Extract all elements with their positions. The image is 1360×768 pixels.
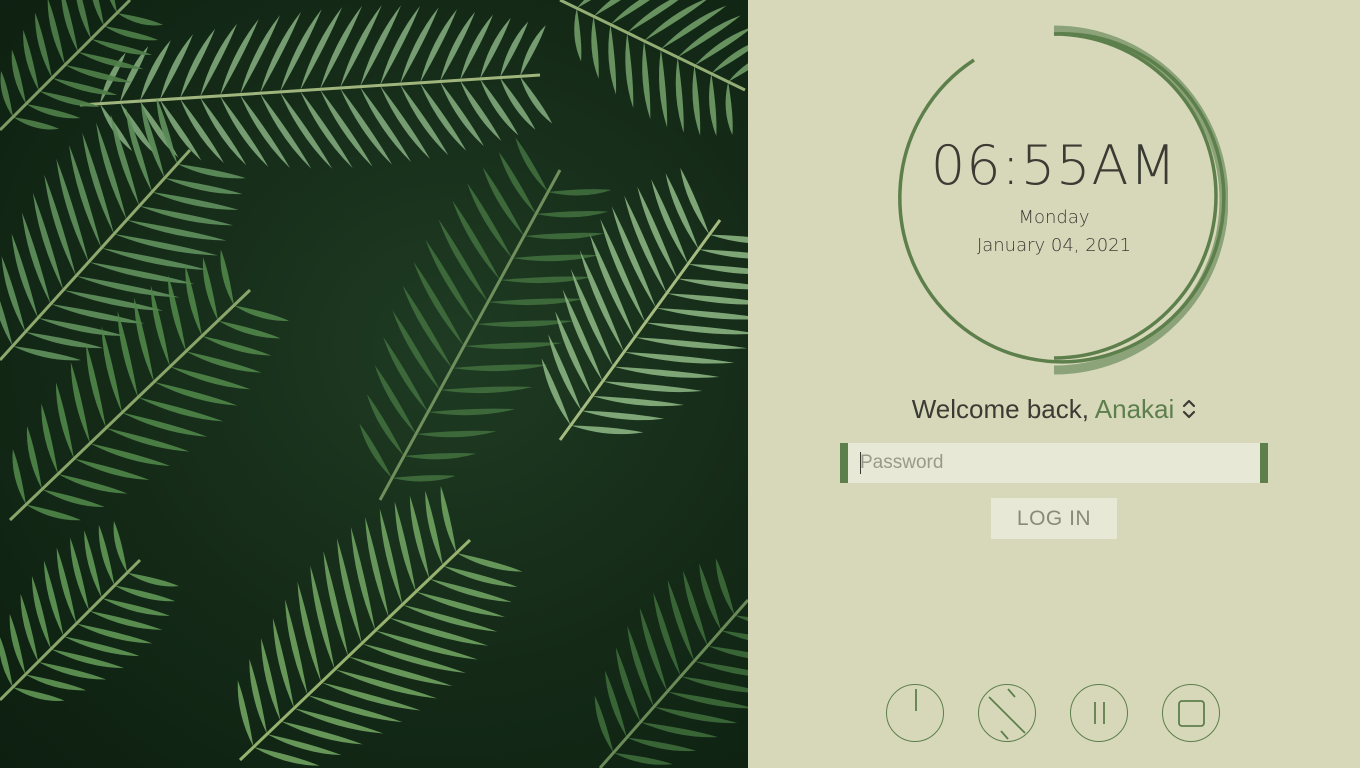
shutdown-button[interactable]	[886, 684, 944, 742]
palm-frond	[237, 486, 523, 766]
login-screen: 06:55AM Monday January 04, 2021 Welcome …	[0, 0, 1360, 768]
restart-button[interactable]	[978, 684, 1036, 742]
palm-frond	[541, 167, 748, 441]
power-icon	[915, 689, 917, 711]
restart-icon	[988, 688, 1026, 740]
power-actions	[886, 684, 1226, 744]
clock-day: Monday	[1018, 207, 1090, 228]
password-input[interactable]	[848, 443, 1260, 483]
clock-date: January 04, 2021	[976, 235, 1132, 256]
palm-leaves-image	[0, 0, 748, 768]
palm-frond	[0, 521, 179, 702]
user-name[interactable]: Anakai	[1095, 394, 1175, 424]
palm-frond	[559, 0, 748, 137]
suspend-button[interactable]	[1070, 684, 1128, 742]
login-button[interactable]: LOG IN	[991, 498, 1117, 539]
login-panel: 06:55AM Monday January 04, 2021 Welcome …	[748, 0, 1360, 768]
clock-time: 06:55AM	[930, 134, 1178, 197]
background-photo	[0, 0, 748, 768]
text-caret	[860, 452, 861, 474]
pause-icon	[1094, 702, 1105, 724]
chevron-up-down-icon[interactable]	[1182, 396, 1196, 427]
welcome-message: Welcome back, Anakai	[840, 394, 1268, 427]
welcome-prefix: Welcome back,	[911, 394, 1095, 424]
password-field-wrapper	[840, 443, 1268, 483]
palm-frond	[594, 558, 748, 768]
clock-progress-arc	[1053, 25, 1228, 375]
square-icon	[1178, 700, 1205, 727]
hibernate-button[interactable]	[1162, 684, 1220, 742]
clock-outline-arc	[898, 32, 1226, 364]
